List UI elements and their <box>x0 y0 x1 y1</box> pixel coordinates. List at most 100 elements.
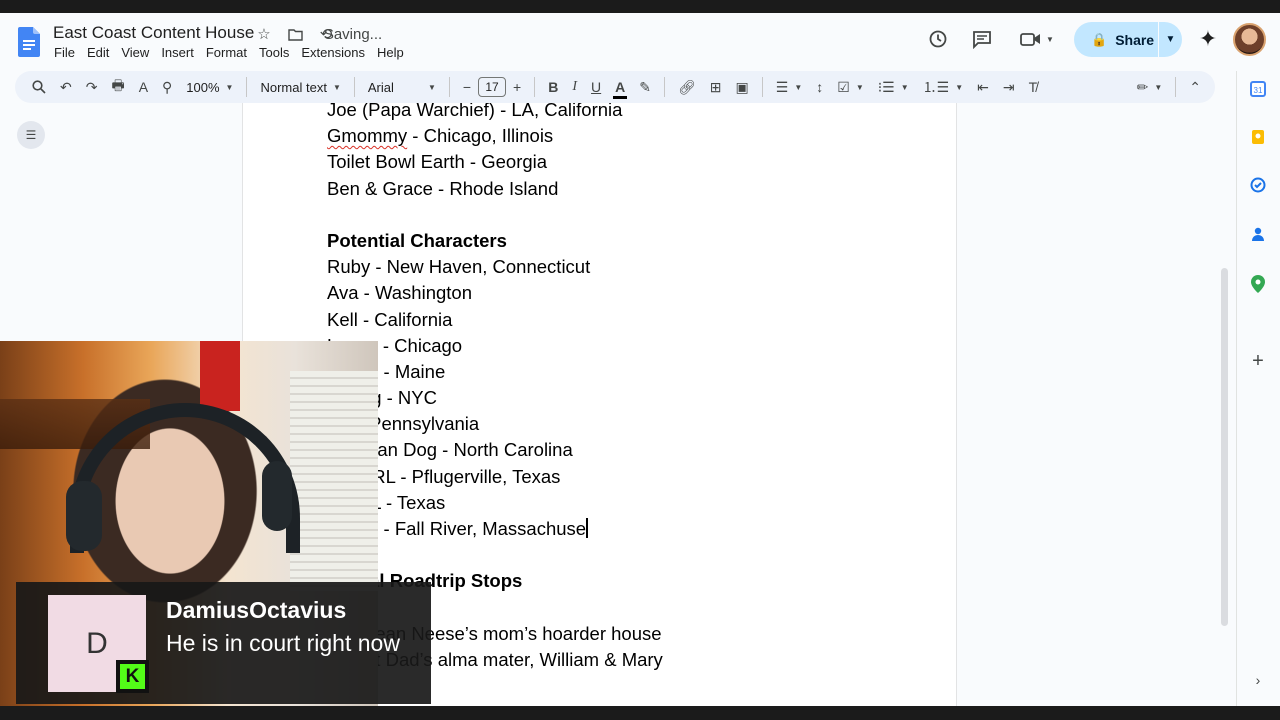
webcam-headset-earcup <box>66 481 102 551</box>
account-avatar[interactable] <box>1233 23 1266 56</box>
zoom-dropdown[interactable]: 100% ▼ <box>186 80 233 95</box>
section-heading: Potential Characters <box>327 229 507 251</box>
decrease-font-size-button[interactable]: − <box>463 79 471 95</box>
history-icon[interactable] <box>926 27 950 51</box>
checklist-icon[interactable]: ☑ ▼ <box>837 79 863 96</box>
toolbar-divider <box>761 77 763 97</box>
top-frame-band <box>0 0 1280 13</box>
toolbar-divider <box>1175 77 1177 97</box>
line-spacing-icon[interactable]: ↕ <box>816 79 823 95</box>
font-dropdown[interactable]: Arial ▼ <box>368 80 436 95</box>
maps-icon[interactable] <box>1249 275 1267 293</box>
title-bar: East Coast Content House ☆ ⟲ Saving... F… <box>0 13 1280 71</box>
menu-help[interactable]: Help <box>377 45 404 60</box>
numbered-list-icon[interactable]: ⒈☰ ▼ <box>923 77 963 97</box>
doc-line: Joe (Papa Warchief) - LA, California <box>327 103 623 120</box>
menu-edit[interactable]: Edit <box>87 45 109 60</box>
title-icons: ☆ ⟲ Saving... <box>255 25 383 44</box>
menu-tools[interactable]: Tools <box>259 45 289 60</box>
bold-icon[interactable]: B <box>548 79 558 95</box>
doc-line: Ben & Grace - Rhode Island <box>327 177 559 199</box>
insert-link-icon[interactable]: 🔗︎ <box>678 79 696 96</box>
editing-mode-icon[interactable]: ✏ ▼ <box>1137 79 1163 96</box>
increase-font-size-button[interactable]: + <box>513 79 521 95</box>
move-folder-icon[interactable] <box>286 25 304 43</box>
share-options-caret-icon[interactable]: ▼ <box>1159 34 1182 45</box>
tasks-icon[interactable] <box>1249 176 1267 194</box>
highlight-color-icon[interactable]: ✎ <box>639 79 651 96</box>
keep-icon[interactable] <box>1249 128 1267 146</box>
chat-alert: D K DamiusOctavius He is in court right … <box>16 582 431 704</box>
kick-badge-letter: K <box>120 664 145 689</box>
doc-line: Toilet Bowl Earth - Georgia <box>327 151 548 173</box>
lock-icon: 🔒 <box>1091 31 1108 47</box>
undo-icon[interactable]: ↶ <box>60 79 72 96</box>
bottom-frame-band <box>0 706 1280 720</box>
chevron-down-icon: ▼ <box>332 82 341 92</box>
insert-image-icon[interactable]: ▣ <box>736 79 749 96</box>
google-docs-logo-icon[interactable] <box>18 27 40 57</box>
style-dropdown[interactable]: Normal text ▼ <box>260 80 340 95</box>
doc-line-rest: - Chicago, Illinois <box>407 125 554 147</box>
font-value: Arial <box>367 79 394 95</box>
comment-icon[interactable] <box>970 27 994 51</box>
chat-username: DamiusOctavius <box>166 597 347 623</box>
document-outline-icon[interactable]: ☰ <box>17 121 45 149</box>
increase-indent-icon[interactable]: ⇥ <box>1003 79 1015 96</box>
contacts-icon[interactable] <box>1249 225 1267 243</box>
underline-icon[interactable]: U <box>591 79 601 95</box>
italic-icon[interactable]: I <box>572 79 577 95</box>
star-icon[interactable]: ☆ <box>255 25 273 43</box>
chevron-down-icon: ▼ <box>855 82 864 92</box>
font-size-input[interactable]: 17 <box>478 77 507 97</box>
misspelled-word[interactable]: Gmommy <box>327 125 407 146</box>
chevron-down-icon: ▼ <box>794 82 803 92</box>
chat-message: He is in court right now <box>166 630 400 656</box>
add-comment-icon[interactable]: ⊞ <box>710 79 722 96</box>
save-status-text: Saving... <box>323 25 383 43</box>
spellcheck-icon[interactable]: A <box>139 79 148 95</box>
bulleted-list-icon[interactable]: ⁝☰ ▼ <box>878 79 909 96</box>
collapse-menus-icon[interactable]: ⌃ <box>1189 79 1201 96</box>
calendar-icon[interactable]: 31 <box>1249 80 1267 98</box>
decrease-indent-icon[interactable]: ⇤ <box>977 79 989 96</box>
menu-extensions[interactable]: Extensions <box>301 45 365 60</box>
toolbar-divider <box>353 77 355 97</box>
chevron-down-icon: ▼ <box>1154 82 1163 92</box>
webcam-background-blinds <box>290 371 378 591</box>
document-scrollbar[interactable] <box>1221 268 1228 626</box>
sparkle-icon[interactable]: ✦ <box>1196 26 1220 51</box>
doc-line: Kell - California <box>327 308 453 330</box>
video-camera-icon[interactable]: ▼ <box>1018 27 1056 51</box>
menu-insert[interactable]: Insert <box>161 45 194 60</box>
print-icon[interactable]: 🖶 <box>111 75 124 99</box>
clear-formatting-icon[interactable]: T̸ <box>1029 79 1038 95</box>
redo-icon[interactable]: ↷ <box>86 79 98 96</box>
add-addon-icon[interactable]: + <box>1249 350 1267 372</box>
toolbar-divider <box>664 77 666 97</box>
text-cursor <box>586 518 588 538</box>
style-value: Normal text <box>260 79 327 95</box>
align-icon[interactable]: ☰ ▼ <box>776 79 802 96</box>
kick-logo-icon: K <box>116 660 149 693</box>
share-button[interactable]: 🔒 Share ▼ <box>1074 22 1182 57</box>
toolbar-divider <box>246 77 248 97</box>
paint-format-icon[interactable]: ⚲ <box>162 79 172 96</box>
menu-view[interactable]: View <box>121 45 149 60</box>
chevron-down-icon: ▼ <box>427 82 436 92</box>
menu-bar: File Edit View Insert Format Tools Exten… <box>54 45 416 60</box>
webcam-background-poster <box>200 341 240 411</box>
search-menus-icon[interactable] <box>32 80 46 94</box>
doc-line: Gmommy - Chicago, Illinois <box>327 123 663 149</box>
document-title[interactable]: East Coast Content House <box>53 23 254 43</box>
chevron-down-icon: ▼ <box>900 82 909 92</box>
formatting-toolbar: ↶ ↷ 🖶 A ⚲ 100% ▼ Normal text ▼ Arial ▼ − 17… <box>15 71 1215 103</box>
zoom-value: 100% <box>186 79 220 95</box>
webcam-headset-earcup <box>262 461 292 531</box>
menu-format[interactable]: Format <box>206 45 247 60</box>
svg-text:31: 31 <box>1254 86 1263 95</box>
toolbar-divider <box>448 77 450 97</box>
text-color-icon[interactable]: A <box>613 79 628 99</box>
expand-panel-icon[interactable]: › <box>1249 671 1267 689</box>
menu-file[interactable]: File <box>54 45 75 60</box>
